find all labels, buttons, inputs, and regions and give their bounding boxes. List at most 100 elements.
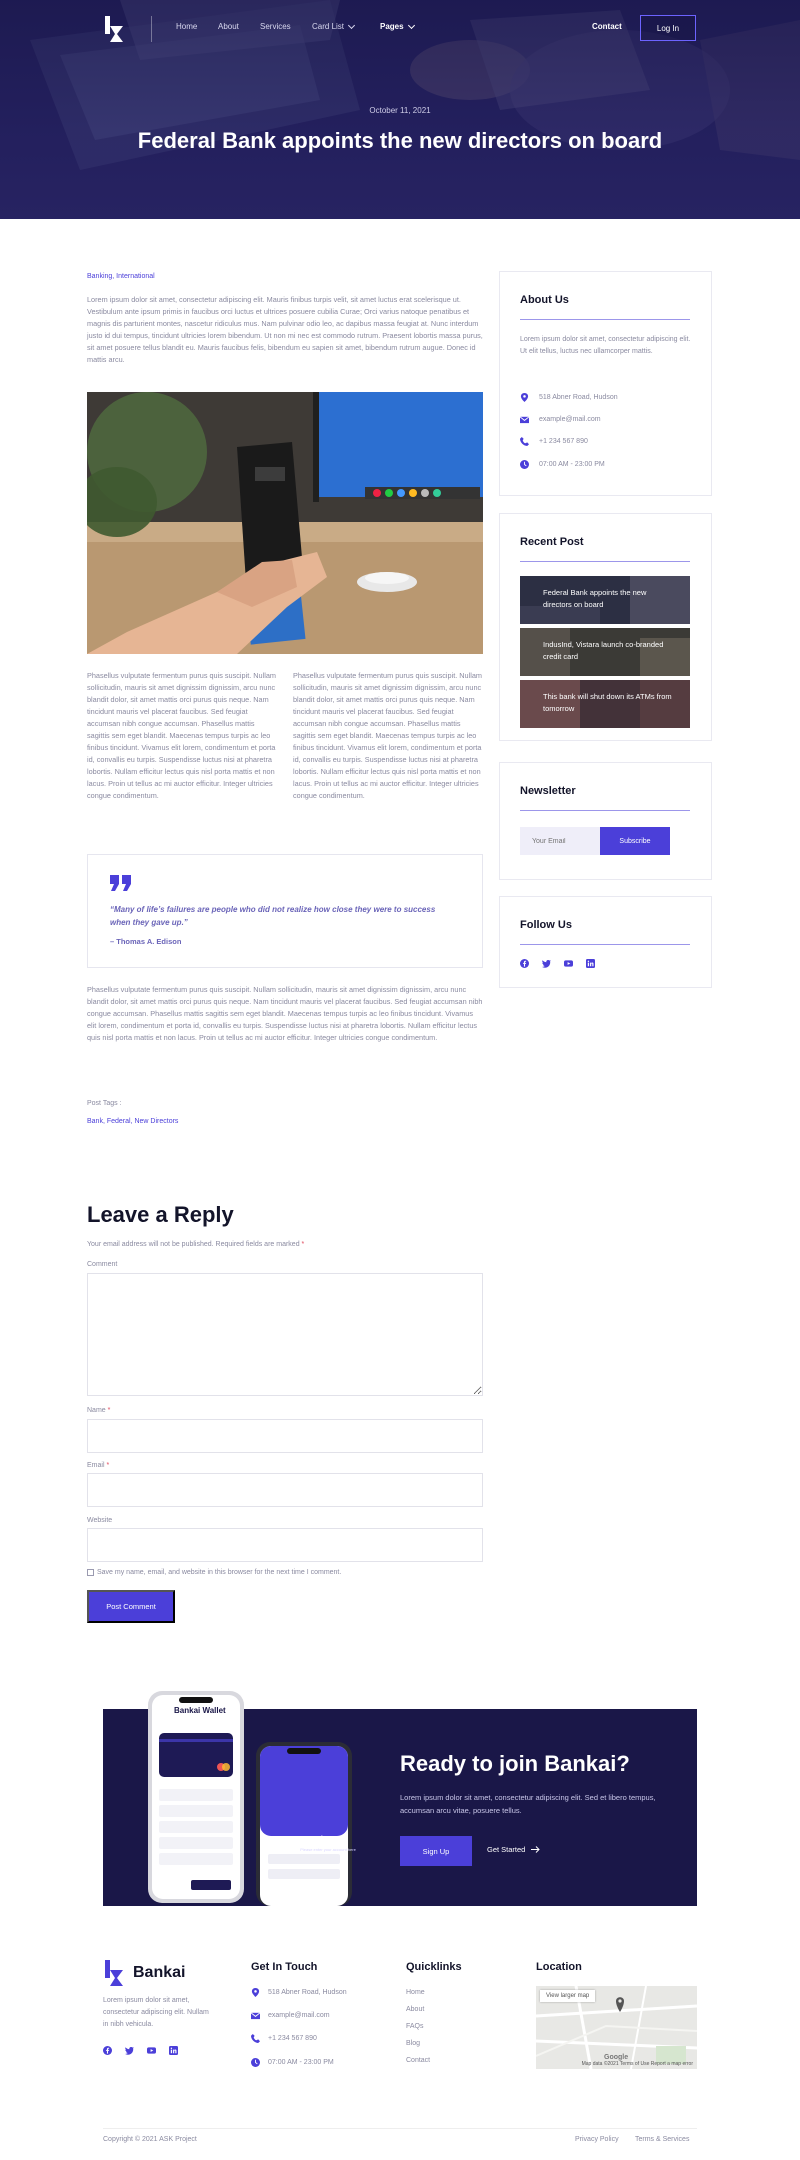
footer-link-about[interactable]: About — [406, 2006, 424, 2013]
map-attribution: Map data ©2021 Terms of Use Report a map… — [581, 2061, 693, 2067]
bankai-logo-icon — [105, 1960, 123, 1986]
post-categories[interactable]: Banking, International — [87, 273, 155, 280]
get-started-link[interactable]: Get Started — [487, 1845, 541, 1854]
recent-post-title: IndusInd, Vistara launch co-branded cred… — [543, 640, 664, 661]
post-tags[interactable]: Bank, Federal, New Directors — [87, 1118, 178, 1125]
reply-note-text: Your email address will not be published… — [87, 1241, 300, 1248]
terms-link[interactable]: Terms & Services — [635, 2136, 689, 2143]
quote-text: “Many of life’s failures are people who … — [110, 905, 436, 927]
nav-card-list-label: Card List — [312, 22, 345, 31]
get-started-label: Get Started — [487, 1845, 526, 1854]
save-info-row: Save my name, email, and website in this… — [87, 1569, 341, 1576]
article-image — [87, 392, 483, 654]
save-info-label: Save my name, email, and website in this… — [97, 1569, 342, 1576]
facebook-icon[interactable] — [520, 959, 529, 968]
linkedin-icon[interactable] — [169, 2046, 178, 2055]
footer-touch-title: Get In Touch — [251, 1961, 318, 1973]
post-comment-button[interactable]: Post Comment — [87, 1590, 175, 1623]
subscribe-button[interactable]: Subscribe — [600, 827, 670, 855]
hero-banner: Home About Services Card List Pages Cont… — [0, 0, 800, 219]
comment-label: Comment — [87, 1261, 118, 1268]
name-field[interactable] — [87, 1419, 483, 1453]
nav-about-label: About — [218, 22, 239, 31]
comment-textarea[interactable] — [87, 1273, 483, 1396]
location-map[interactable]: View larger map Google Map data ©2021 Te… — [536, 1986, 697, 2069]
footer-link-faqs[interactable]: FAQs — [406, 2023, 424, 2030]
about-phone[interactable]: +1 234 567 890 — [520, 437, 588, 446]
name-label-text: Name — [87, 1407, 106, 1414]
article-column-right: Phasellus vulputate fermentum purus quis… — [293, 671, 482, 800]
nav-services-link[interactable]: Services — [260, 22, 291, 31]
about-phone-text: +1 234 567 890 — [539, 438, 588, 445]
nav-divider — [151, 16, 152, 42]
footer-divider — [103, 2128, 697, 2129]
nav-home-label: Home — [176, 22, 198, 31]
required-mark: * — [107, 1407, 111, 1414]
about-email[interactable]: example@mail.com — [520, 415, 601, 424]
about-widget-title: About Us — [520, 294, 569, 306]
required-mark: * — [106, 1462, 110, 1469]
login-button[interactable]: Log In — [640, 15, 696, 41]
recent-posts-widget: Recent Post Federal Bank appoints the ne… — [499, 513, 712, 741]
youtube-icon[interactable] — [147, 2046, 156, 2055]
about-address-text: 518 Abner Road, Hudson — [539, 394, 618, 401]
article-closing-paragraph: Phasellus vulputate fermentum purus quis… — [87, 985, 483, 1042]
save-info-checkbox[interactable] — [87, 1569, 94, 1576]
cta-title: Ready to join Bankai? — [400, 1751, 630, 1776]
join-cta-banner: Bankai Wallet Welcome ! Please enter you… — [103, 1691, 697, 1906]
post-date: October 11, 2021 — [369, 106, 431, 115]
newsletter-widget: Newsletter Subscribe — [499, 762, 712, 880]
footer-about-text: Lorem ipsum dolor sit amet, consectetur … — [103, 1997, 209, 2028]
arrow-right-icon — [531, 1846, 541, 1853]
nav-home-link[interactable]: Home — [176, 22, 197, 31]
phone-wallet-title: Bankai Wallet — [174, 1706, 226, 1715]
twitter-icon[interactable] — [542, 959, 551, 968]
privacy-policy-link[interactable]: Privacy Policy — [575, 2136, 619, 2143]
phone-icon — [251, 2034, 260, 2043]
nav-about-link[interactable]: About — [218, 22, 239, 31]
quote-author: – Thomas A. Edison — [110, 937, 182, 946]
recent-post-card[interactable]: Federal Bank appoints the new directors … — [520, 576, 690, 624]
footer-link-home[interactable]: Home — [406, 1989, 425, 1996]
recent-post-title: This bank will shut down its ATMs from t… — [543, 692, 672, 713]
youtube-icon[interactable] — [564, 959, 573, 968]
follow-title: Follow Us — [520, 919, 572, 931]
website-field[interactable] — [87, 1528, 483, 1562]
footer-logo[interactable]: Bankai — [103, 1960, 185, 1986]
facebook-icon[interactable] — [103, 2046, 112, 2055]
widget-divider — [520, 810, 690, 811]
required-mark: * — [301, 1241, 305, 1248]
phone-icon — [520, 437, 529, 446]
footer-hours-text: 07:00 AM - 23:00 PM — [268, 2059, 334, 2066]
chevron-down-icon — [347, 21, 356, 29]
nav-card-list-menu[interactable]: Card List — [312, 21, 356, 31]
recent-post-card[interactable]: This bank will shut down its ATMs from t… — [520, 680, 690, 728]
footer-phone[interactable]: +1 234 567 890 — [251, 2034, 317, 2043]
footer-link-blog[interactable]: Blog — [406, 2040, 420, 2047]
footer-email-text: example@mail.com — [268, 2012, 330, 2019]
sign-up-button[interactable]: Sign Up — [400, 1836, 472, 1866]
follow-widget: Follow Us — [499, 896, 712, 988]
about-widget: About Us Lorem ipsum dolor sit amet, con… — [499, 271, 712, 496]
footer-address: 518 Abner Road, Hudson — [251, 1988, 347, 1997]
footer-phone-text: +1 234 567 890 — [268, 2035, 317, 2042]
about-address: 518 Abner Road, Hudson — [520, 393, 618, 402]
linkedin-icon[interactable] — [586, 959, 595, 968]
footer-link-contact[interactable]: Contact — [406, 2057, 430, 2064]
map-pin-icon — [251, 1988, 260, 1997]
twitter-icon[interactable] — [125, 2046, 134, 2055]
footer-email[interactable]: example@mail.com — [251, 2011, 330, 2020]
email-label-text: Email — [87, 1462, 105, 1469]
recent-post-title: Federal Bank appoints the new directors … — [543, 588, 647, 609]
email-field[interactable] — [87, 1473, 483, 1507]
nav-pages-menu[interactable]: Pages — [380, 21, 415, 31]
footer-hours: 07:00 AM - 23:00 PM — [251, 2058, 334, 2067]
about-widget-text: Lorem ipsum dolor sit amet, consectetur … — [520, 336, 691, 355]
about-email-text: example@mail.com — [539, 416, 601, 423]
nav-contact-link[interactable]: Contact — [592, 22, 622, 31]
recent-post-card[interactable]: IndusInd, Vistara launch co-branded cred… — [520, 628, 690, 676]
bankai-logo-icon[interactable] — [103, 16, 127, 42]
widget-divider — [520, 944, 690, 945]
post-tags-label: Post Tags : — [87, 1100, 122, 1107]
view-larger-map-button[interactable]: View larger map — [540, 1990, 596, 2002]
